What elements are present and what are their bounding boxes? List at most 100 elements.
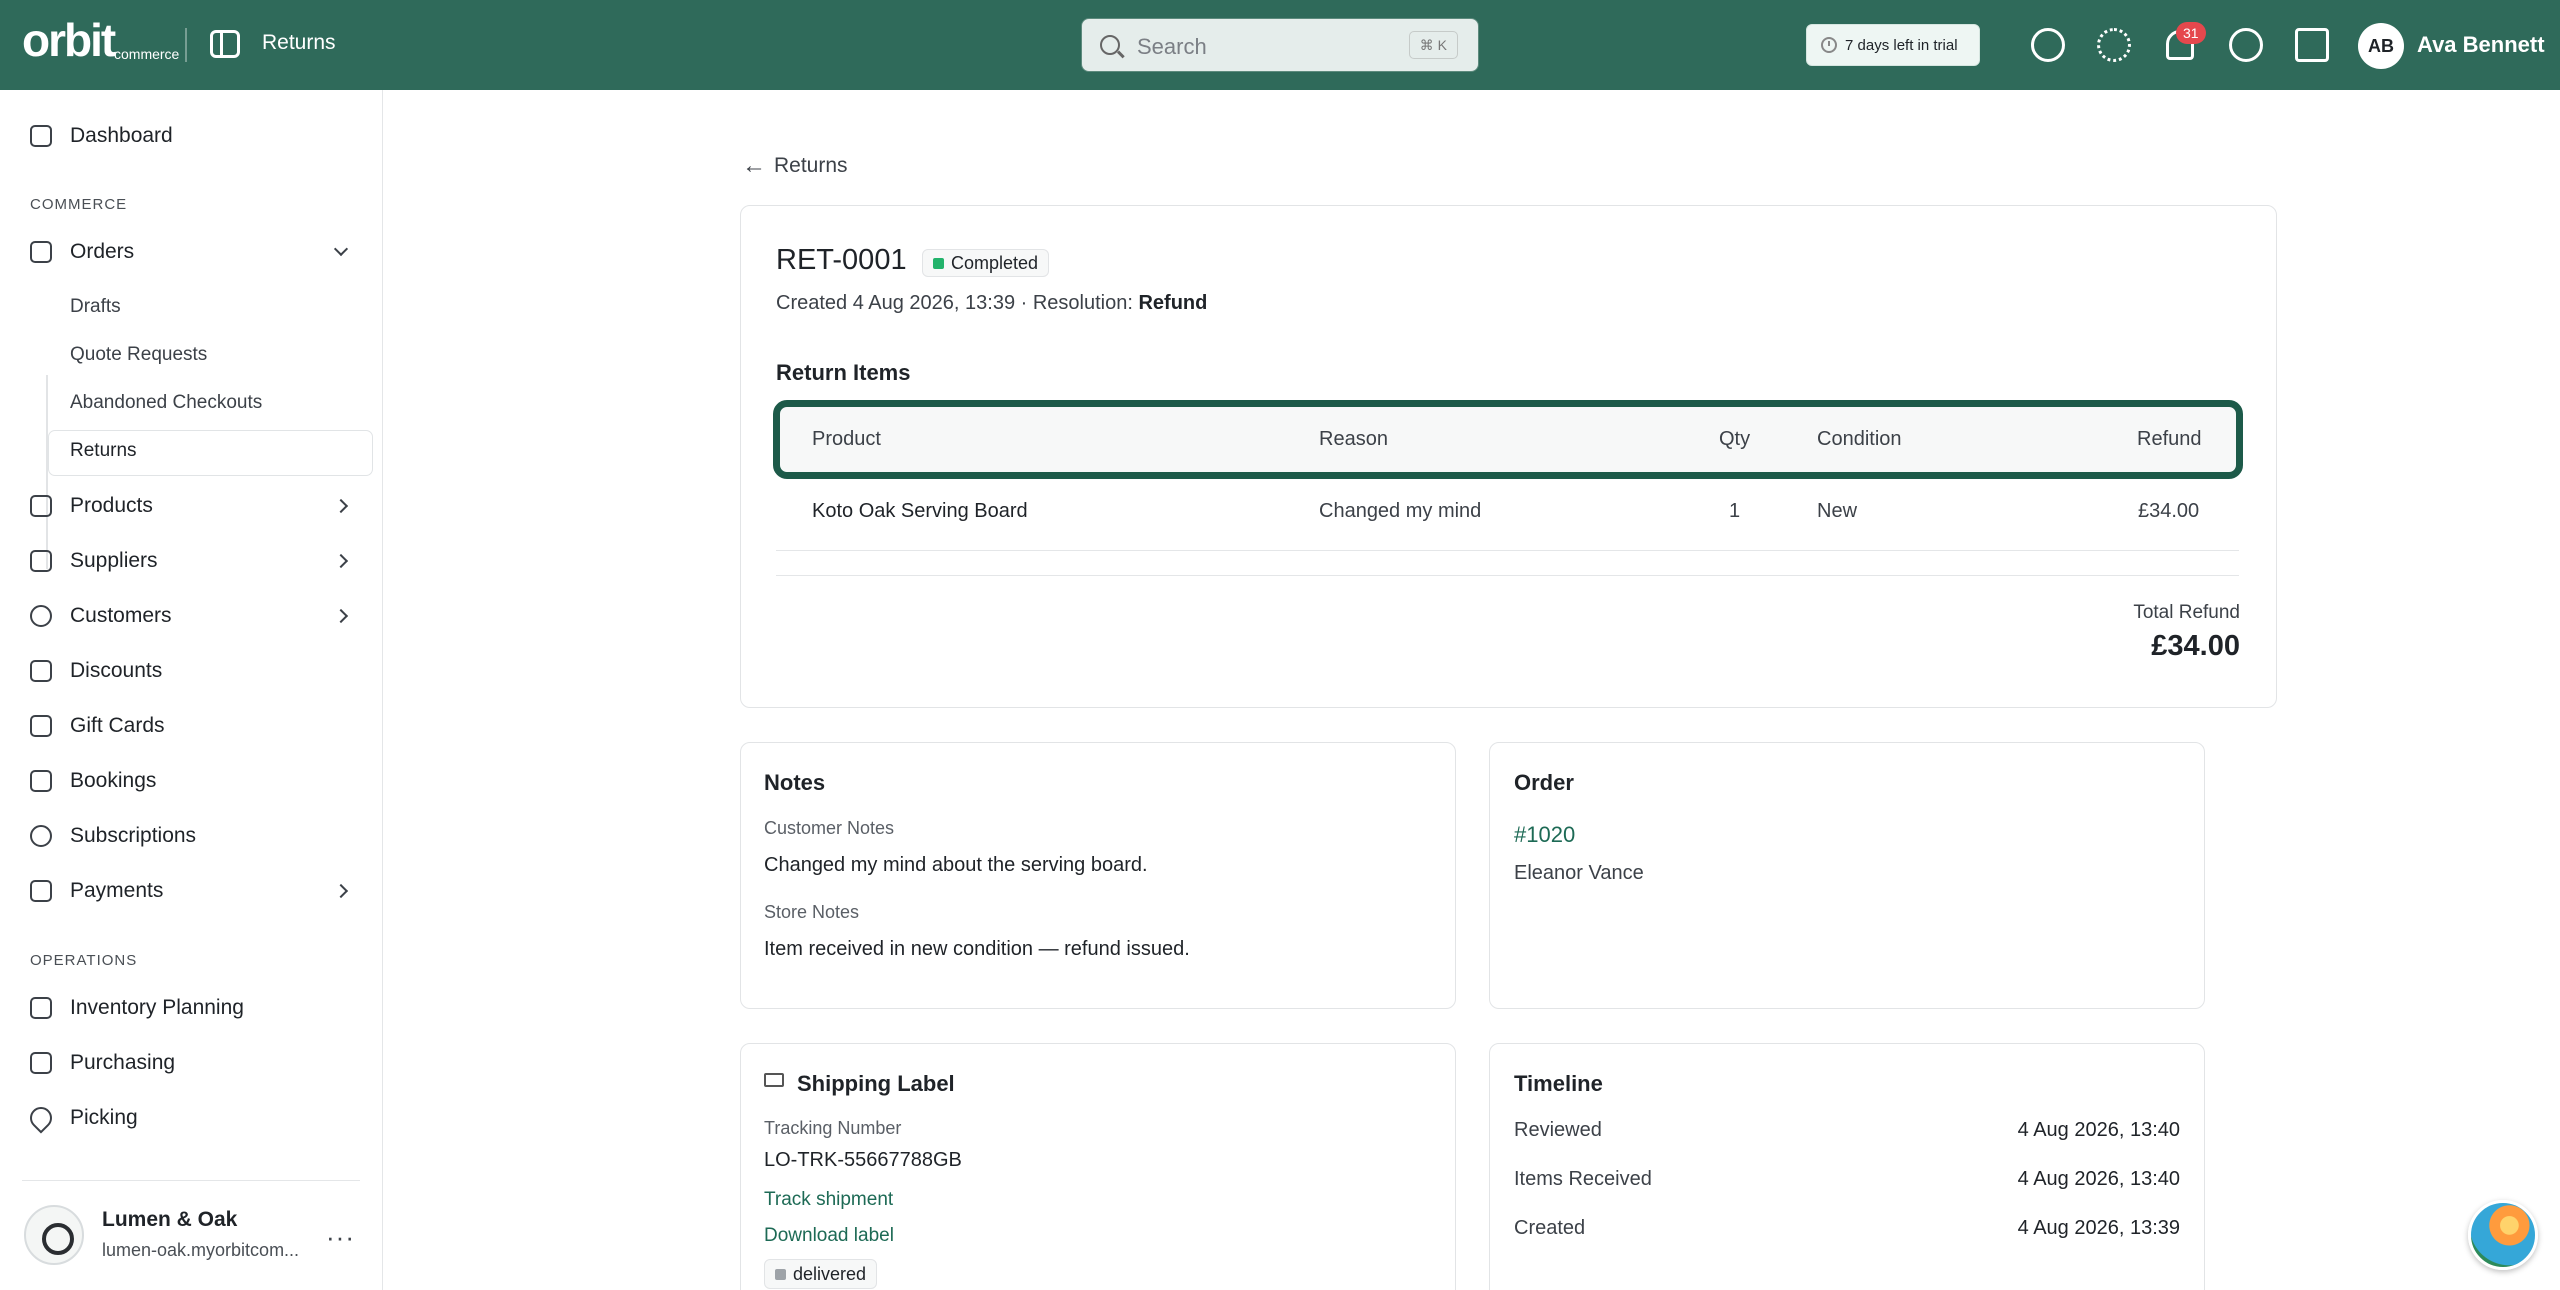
sidebar: Dashboard COMMERCE Orders Drafts Quote R… [0,90,383,1290]
order-customer: Eleanor Vance [1514,862,1644,884]
chevron-right-icon [333,608,349,624]
gift-icon [30,715,52,737]
user-name[interactable]: Ava Bennett [2417,32,2545,58]
back-link[interactable]: ← Returns [742,152,848,180]
sidebar-item-purchasing[interactable]: Purchasing [0,1043,383,1083]
cell-product: Koto Oak Serving Board [812,500,1028,522]
clock-icon [1821,37,1837,53]
shipping-status-text: delivered [793,1264,867,1284]
sidebar-item-label: Inventory Planning [70,996,244,1019]
column-header-refund: Refund [2137,428,2202,450]
status-text: Completed [951,253,1039,273]
store-url: lumen-oak.myorbitcom... [102,1240,300,1260]
sidebar-item-label: Products [70,494,153,517]
sidebar-item-products[interactable]: Products [0,486,383,526]
status-badge: Completed [922,249,1050,277]
sidebar-item-label: Gift Cards [70,714,165,737]
track-shipment-link[interactable]: Track shipment [764,1189,893,1211]
box-icon [30,495,52,517]
cell-reason: Changed my mind [1319,500,1482,522]
page-title: Returns [262,31,336,54]
sidebar-toggle-icon[interactable] [210,30,240,58]
status-dot [933,258,944,269]
sidebar-item-discounts[interactable]: Discounts [0,651,383,691]
clipboard-icon [30,997,52,1019]
column-header-reason: Reason [1319,428,1388,450]
assistant-icon[interactable] [2031,28,2065,62]
search-placeholder: Search [1137,34,1207,59]
status-dot [775,1269,786,1280]
chevron-right-icon [333,883,349,899]
total-divider [776,575,2239,576]
tag-icon [30,660,52,682]
building-icon [30,550,52,572]
total-refund-value: £34.00 [2151,630,2240,662]
search-input[interactable]: Search ⌘ K [1081,18,1479,72]
row-divider [776,550,2239,551]
sidebar-item-bookings[interactable]: Bookings [0,761,383,801]
refresh-icon [30,825,52,847]
users-icon [30,605,52,627]
order-number-link[interactable]: #1020 [1514,822,1575,848]
theme-sun-icon[interactable] [2097,28,2131,62]
section-label-operations: OPERATIONS [30,952,138,969]
calendar-icon [30,770,52,792]
timeline-event-date: 4 Aug 2026, 13:40 [2017,1168,2180,1190]
sidebar-item-payments[interactable]: Payments [0,871,383,911]
sidebar-item-label: Dashboard [70,124,173,147]
store-logo[interactable] [24,1205,84,1265]
sidebar-subitem-drafts[interactable]: Drafts [70,296,121,318]
timeline-title: Timeline [1514,1071,1603,1096]
sidebar-item-inventory-planning[interactable]: Inventory Planning [0,988,383,1028]
table-header [773,400,2243,479]
trial-badge[interactable]: 7 days left in trial [1806,24,1980,66]
store-name[interactable]: Lumen & Oak [102,1208,237,1232]
sidebar-item-label: Picking [70,1106,138,1129]
column-header-product: Product [812,428,881,450]
sidebar-item-label: Purchasing [70,1051,176,1074]
search-icon [1100,35,1120,55]
customer-notes-text: Changed my mind about the serving board. [764,854,1148,876]
timeline-event-label: Reviewed [1514,1119,1602,1141]
assistant-launcher-button[interactable] [2468,1200,2538,1270]
return-items-title: Return Items [776,360,911,385]
timeline-event-label: Created [1514,1217,1586,1239]
sidebar-item-label: Customers [70,604,172,627]
store-notes-label: Store Notes [764,902,860,922]
sidebar-item-picking[interactable]: Picking [0,1098,383,1138]
sidebar-footer-divider [22,1180,360,1181]
sidebar-subitem-quote-requests[interactable]: Quote Requests [70,344,207,366]
storefront-icon[interactable] [2295,28,2329,62]
sidebar-subitem-returns[interactable]: Returns [70,440,137,462]
column-header-condition: Condition [1817,428,1902,450]
sidebar-item-gift-cards[interactable]: Gift Cards [0,706,383,746]
sidebar-subitem-abandoned-checkouts[interactable]: Abandoned Checkouts [70,392,262,414]
truck-icon [764,1073,784,1087]
avatar[interactable]: AB [2358,23,2404,69]
sidebar-item-suppliers[interactable]: Suppliers [0,541,383,581]
orders-icon [30,241,52,263]
top-bar: orbit commerce Returns Search ⌘ K 7 days… [0,0,2560,90]
sidebar-item-customers[interactable]: Customers [0,596,383,636]
help-lifebuoy-icon[interactable] [2229,28,2263,62]
logo-word: orbit [22,14,116,66]
arrow-left-icon: ← [742,152,766,179]
sidebar-item-label: Orders [70,240,135,263]
chevron-right-icon [333,498,349,514]
tracking-number-value: LO-TRK-55667788GB [764,1149,962,1171]
timeline-event-label: Items Received [1514,1168,1652,1190]
order-title: Order [1514,770,1574,795]
more-options-icon[interactable]: ··· [326,1222,355,1253]
column-header-qty: Qty [1719,428,1751,450]
notes-title: Notes [764,770,826,795]
sidebar-item-label: Discounts [70,659,163,682]
sidebar-item-dashboard[interactable]: Dashboard [0,116,383,156]
sidebar-item-orders[interactable]: Orders [0,232,383,272]
timeline-event-date: 4 Aug 2026, 13:39 [2017,1217,2180,1239]
logo-subtitle: commerce [114,46,180,62]
total-refund-label: Total Refund [2133,602,2240,623]
orbit-logo[interactable]: orbit [22,14,116,66]
download-label-link[interactable]: Download label [764,1225,894,1247]
back-link-label: Returns [774,154,848,177]
sidebar-item-subscriptions[interactable]: Subscriptions [0,816,383,856]
